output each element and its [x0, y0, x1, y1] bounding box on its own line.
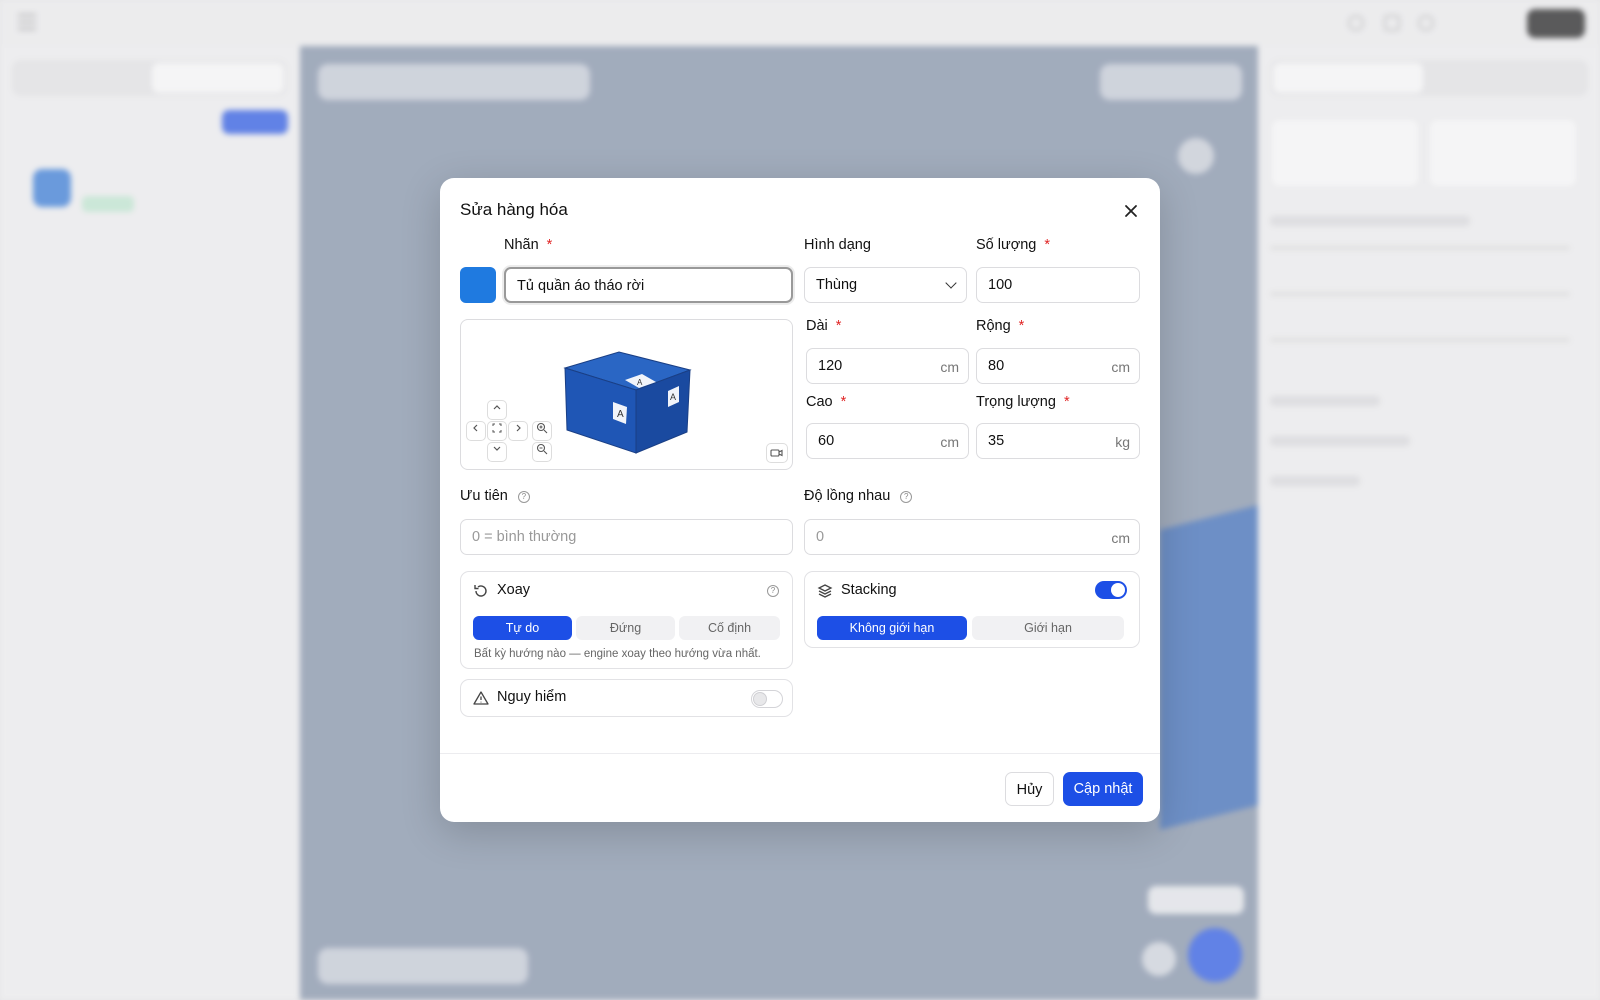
stacking-toggle[interactable] — [1095, 581, 1127, 599]
cargo-3d-preview[interactable]: A A A — [460, 319, 793, 470]
shape-field-label: Hình dạng — [804, 237, 871, 253]
help-icon[interactable]: ? — [517, 491, 530, 503]
camera-button[interactable] — [766, 443, 788, 463]
quantity-input[interactable]: 100 — [976, 267, 1140, 303]
zoom-out-icon — [536, 443, 548, 455]
pan-up-button[interactable] — [487, 400, 507, 420]
chevron-left-icon — [473, 424, 478, 432]
length-input[interactable]: 120 cm — [806, 348, 969, 384]
rotation-title: Xoay — [497, 582, 531, 598]
fullscreen-icon — [492, 423, 502, 433]
close-icon — [1125, 205, 1137, 217]
zoom-in-button[interactable] — [532, 421, 552, 441]
label-field-label: Nhãn * — [504, 237, 553, 253]
width-field-label: Rộng * — [976, 318, 1025, 334]
stacking-option-unlimited[interactable]: Không giới hạn — [817, 616, 967, 640]
rotation-option-fixed[interactable]: Cố định — [679, 616, 780, 640]
cancel-button[interactable]: Hủy — [1005, 772, 1054, 806]
layers-icon — [817, 584, 833, 598]
hazard-toggle[interactable] — [751, 690, 783, 708]
priority-field-label: Ưu tiên? — [460, 488, 530, 504]
box-letter-label: A — [637, 378, 643, 387]
rotation-option-free[interactable]: Tự do — [473, 616, 572, 640]
chevron-up-icon — [493, 405, 501, 410]
chevron-right-icon — [516, 424, 521, 432]
pan-right-button[interactable] — [508, 421, 528, 441]
pan-left-button[interactable] — [466, 421, 486, 441]
edit-cargo-dialog: Sửa hàng hóa Nhãn * Tủ quần áo tháo rời H… — [440, 178, 1160, 822]
help-icon[interactable]: ? — [767, 585, 779, 597]
label-input[interactable]: Tủ quần áo tháo rời — [504, 267, 793, 303]
close-button[interactable] — [1118, 198, 1144, 224]
cargo-box-render: A A A — [563, 351, 692, 454]
video-camera-icon — [770, 449, 783, 457]
height-input[interactable]: 60 cm — [806, 423, 969, 459]
stacking-option-limited[interactable]: Giới hạn — [972, 616, 1124, 640]
fit-view-button[interactable] — [487, 421, 507, 441]
priority-input[interactable]: 0 = bình thường — [460, 519, 793, 555]
chevron-down-icon — [493, 446, 501, 451]
weight-field-label: Trọng lượng * — [976, 394, 1070, 410]
rotation-card: Xoay ? Tự do Đứng Cố định Bất kỳ hướng n… — [460, 571, 793, 669]
color-swatch[interactable] — [460, 267, 496, 303]
update-button[interactable]: Cập nhật — [1063, 772, 1143, 806]
footer-divider — [440, 753, 1160, 754]
height-field-label: Cao * — [806, 394, 847, 410]
stacking-card: Stacking Không giới hạn Giới hạn — [804, 571, 1140, 648]
hazard-title: Nguy hiểm — [497, 689, 567, 705]
zoom-out-button[interactable] — [532, 442, 552, 462]
zoom-in-icon — [536, 422, 548, 434]
dialog-title: Sửa hàng hóa — [460, 200, 568, 219]
box-letter-label: A — [617, 409, 624, 420]
stacking-title: Stacking — [841, 582, 897, 598]
rotation-option-upright[interactable]: Đứng — [576, 616, 675, 640]
rotation-hint: Bất kỳ hướng nào — engine xoay theo hướn… — [474, 648, 761, 660]
shape-select[interactable]: Thùng — [804, 267, 967, 303]
hazard-card: Nguy hiểm — [460, 679, 793, 717]
warning-icon — [473, 691, 489, 705]
box-letter-label: A — [670, 392, 676, 402]
width-input[interactable]: 80 cm — [976, 348, 1140, 384]
length-field-label: Dài * — [806, 318, 842, 334]
help-icon[interactable]: ? — [900, 491, 913, 503]
nesting-field-label: Độ lồng nhau? — [804, 488, 913, 504]
weight-input[interactable]: 35 kg — [976, 423, 1140, 459]
pan-down-button[interactable] — [487, 442, 507, 462]
quantity-field-label: Số lượng * — [976, 237, 1050, 253]
chevron-down-icon — [945, 277, 957, 289]
nesting-input[interactable]: 0 cm — [804, 519, 1140, 555]
rotate-icon — [474, 585, 487, 597]
